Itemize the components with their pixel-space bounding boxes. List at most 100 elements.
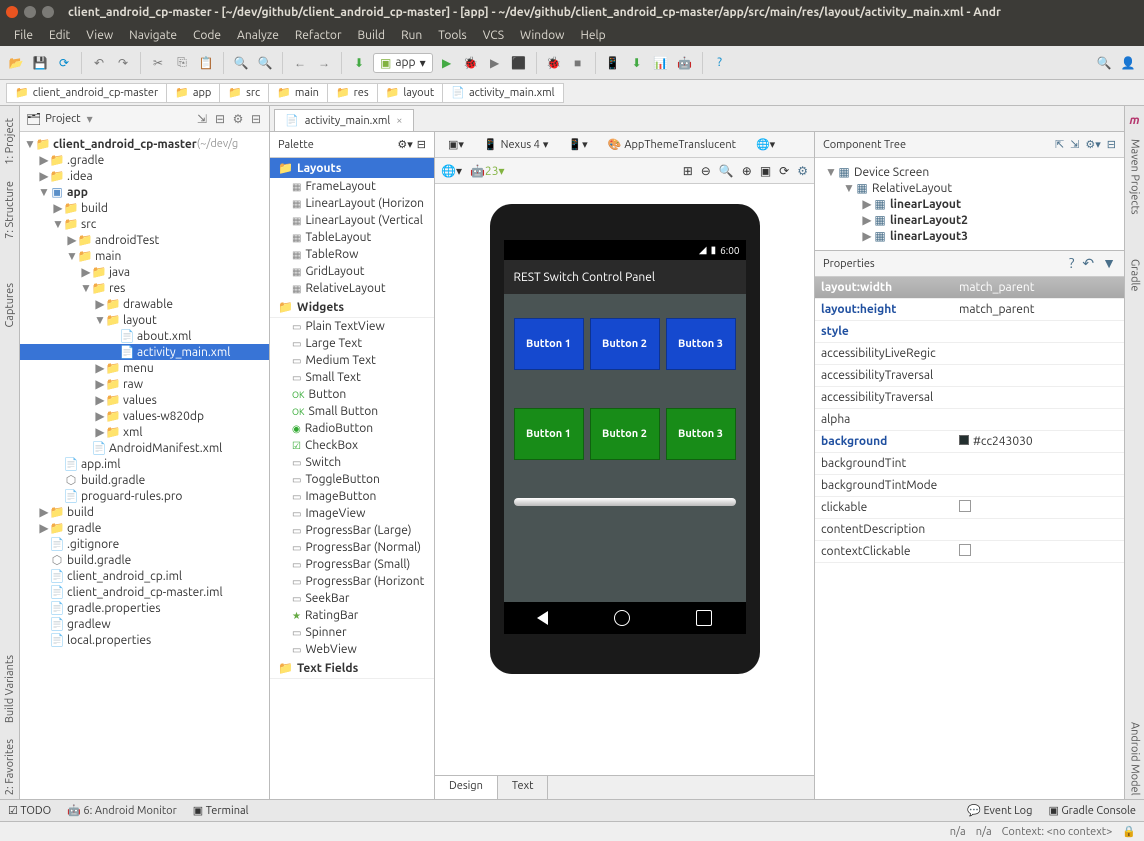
tree-node[interactable]: ▶📁androidTest [20, 232, 269, 248]
tree-node[interactable]: ▼📁layout [20, 312, 269, 328]
palette-item[interactable]: ▭SeekBar [270, 590, 434, 607]
rollback-icon[interactable]: ↶ [1082, 255, 1094, 272]
sdk-icon[interactable]: ⬇ [627, 53, 647, 73]
tree-node[interactable]: 📄activity_main.xml [20, 344, 269, 360]
design-tab[interactable]: Design [435, 776, 498, 799]
tree-node[interactable]: ▼▣app [20, 184, 269, 200]
monitor-icon[interactable]: 📊 [651, 53, 671, 73]
menu-code[interactable]: Code [185, 27, 229, 44]
button-2[interactable]: Button 2 [590, 318, 660, 370]
build-icon[interactable]: ⬇ [349, 53, 369, 73]
palette-item[interactable]: ▭ToggleButton [270, 471, 434, 488]
close-window-button[interactable] [6, 6, 18, 18]
editor-tab-activity-main[interactable]: 📄 activity_main.xml × [274, 109, 414, 131]
tree-node[interactable]: 📄gradlew [20, 616, 269, 632]
component-tree[interactable]: ▼▦Device Screen▼▦RelativeLayout▶▦linearL… [815, 158, 1124, 250]
crumb-app[interactable]: 📁app [166, 83, 220, 103]
tree-node[interactable]: ▶📁values-w820dp [20, 408, 269, 424]
layout-prefs-icon[interactable]: ▣ [760, 164, 771, 178]
status-context[interactable]: Context: <no context> [1002, 826, 1113, 838]
palette-cat-widgets[interactable]: 📁Widgets [270, 297, 434, 318]
nav-recents-icon[interactable] [696, 610, 712, 626]
tree-node[interactable]: ▶📁.gradle [20, 152, 269, 168]
tree-node[interactable]: 📄AndroidManifest.xml [20, 440, 269, 456]
open-icon[interactable]: 📂 [6, 53, 26, 73]
device-selector[interactable]: 📱 Nexus 4▾ [477, 135, 556, 154]
tree-node[interactable]: 📄about.xml [20, 328, 269, 344]
tree-node[interactable]: 📄gradle.properties [20, 600, 269, 616]
property-row[interactable]: accessibilityTraversal [815, 387, 1124, 409]
property-row[interactable]: clickable [815, 497, 1124, 519]
menu-edit[interactable]: Edit [41, 27, 78, 44]
property-row[interactable]: background#cc243030 [815, 431, 1124, 453]
palette-item[interactable]: ▭ImageButton [270, 488, 434, 505]
avd-icon[interactable]: 📱 [603, 53, 623, 73]
save-icon[interactable]: 💾 [30, 53, 50, 73]
gradle-console-tab[interactable]: ▣ Gradle Console [1048, 804, 1136, 817]
tab-favorites[interactable]: 2: Favorites [2, 735, 18, 799]
viewport-icon[interactable]: ▣▾ [441, 135, 471, 154]
tree-node[interactable]: ▼📁res [20, 280, 269, 296]
palette-cat-textfields[interactable]: 📁Text Fields [270, 658, 434, 679]
button-3b[interactable]: Button 3 [666, 408, 736, 460]
property-row[interactable]: style [815, 321, 1124, 343]
text-tab[interactable]: Text [498, 776, 549, 799]
refresh-layout-icon[interactable]: ⟳ [779, 164, 789, 178]
theme-selector[interactable]: 🎨 AppThemeTranslucent [601, 135, 743, 154]
tree-node[interactable]: 📄client_android_cp.iml [20, 568, 269, 584]
gear-icon[interactable]: ⚙ [231, 112, 245, 126]
button-1[interactable]: Button 1 [514, 318, 584, 370]
property-row[interactable]: alpha [815, 409, 1124, 431]
find-icon[interactable]: 🔍 [231, 53, 251, 73]
locale-icon[interactable]: 🌐▾ [749, 135, 782, 154]
tree-node[interactable]: ▶📁build [20, 504, 269, 520]
close-tab-icon[interactable]: × [396, 115, 402, 127]
menu-view[interactable]: View [78, 27, 121, 44]
component-node[interactable]: ▶▦linearLayout [821, 196, 1118, 212]
tab-structure[interactable]: 7: Structure [2, 177, 18, 243]
hide-icon[interactable]: ⊟ [417, 138, 426, 151]
palette-item[interactable]: ▦LinearLayout (Horizon [270, 195, 434, 212]
tree-node[interactable]: ▶📁build [20, 200, 269, 216]
tree-node[interactable]: ▼📁main [20, 248, 269, 264]
todo-tab[interactable]: ☑ TODO [8, 804, 51, 817]
gear-icon[interactable]: ⚙▾ [397, 138, 412, 151]
component-node[interactable]: ▼▦RelativeLayout [821, 180, 1118, 196]
tab-build-variants[interactable]: Build Variants [2, 651, 18, 727]
tree-node[interactable]: ▶📁raw [20, 376, 269, 392]
tree-node[interactable]: ▶📁xml [20, 424, 269, 440]
tree-node[interactable]: 📄.gitignore [20, 536, 269, 552]
attach-icon[interactable]: 🐞 [544, 53, 564, 73]
tree-node[interactable]: ▶📁menu [20, 360, 269, 376]
property-row[interactable]: layout:heightmatch_parent [815, 299, 1124, 321]
menu-tools[interactable]: Tools [430, 27, 475, 44]
menu-analyze[interactable]: Analyze [229, 27, 287, 44]
palette-item[interactable]: ▦RelativeLayout [270, 280, 434, 297]
sync-icon[interactable]: ⟳ [54, 53, 74, 73]
crumb-res[interactable]: 📁res [327, 83, 378, 103]
tree-node[interactable]: ⬡build.gradle [20, 472, 269, 488]
run-config-selector[interactable]: ▣ app ▾ [373, 53, 433, 73]
android-icon[interactable]: 🤖 [675, 53, 695, 73]
search-everywhere-icon[interactable]: 🔍 [1094, 53, 1114, 73]
api-selector[interactable]: 🤖23▾ [470, 164, 505, 178]
property-row[interactable]: layout:widthmatch_parent [815, 277, 1124, 299]
button-2b[interactable]: Button 2 [590, 408, 660, 460]
button-1b[interactable]: Button 1 [514, 408, 584, 460]
maximize-window-button[interactable] [42, 6, 54, 18]
palette-list[interactable]: 📁Layouts ▦FrameLayout▦LinearLayout (Hori… [270, 158, 434, 799]
menu-refactor[interactable]: Refactor [287, 27, 350, 44]
zoom-reset-icon[interactable]: 🔍 [719, 164, 734, 178]
refresh-icon[interactable]: 🌐▾ [441, 164, 462, 178]
gear-icon[interactable]: ⚙▾ [1085, 138, 1100, 151]
palette-item[interactable]: ▦TableLayout [270, 229, 434, 246]
palette-item[interactable]: ▦FrameLayout [270, 178, 434, 195]
palette-item[interactable]: ▭WebView [270, 641, 434, 658]
lock-icon[interactable]: 🔒 [1122, 825, 1136, 838]
palette-item[interactable]: ▭ImageView [270, 505, 434, 522]
project-tree[interactable]: ▼📁client_android_cp-master (~/dev/g▶📁.gr… [20, 132, 269, 799]
run-attached-icon[interactable]: ▶ [485, 53, 505, 73]
crumb-layout[interactable]: 📁layout [377, 83, 444, 103]
palette-item[interactable]: ▭Spinner [270, 624, 434, 641]
minimize-window-button[interactable] [24, 6, 36, 18]
